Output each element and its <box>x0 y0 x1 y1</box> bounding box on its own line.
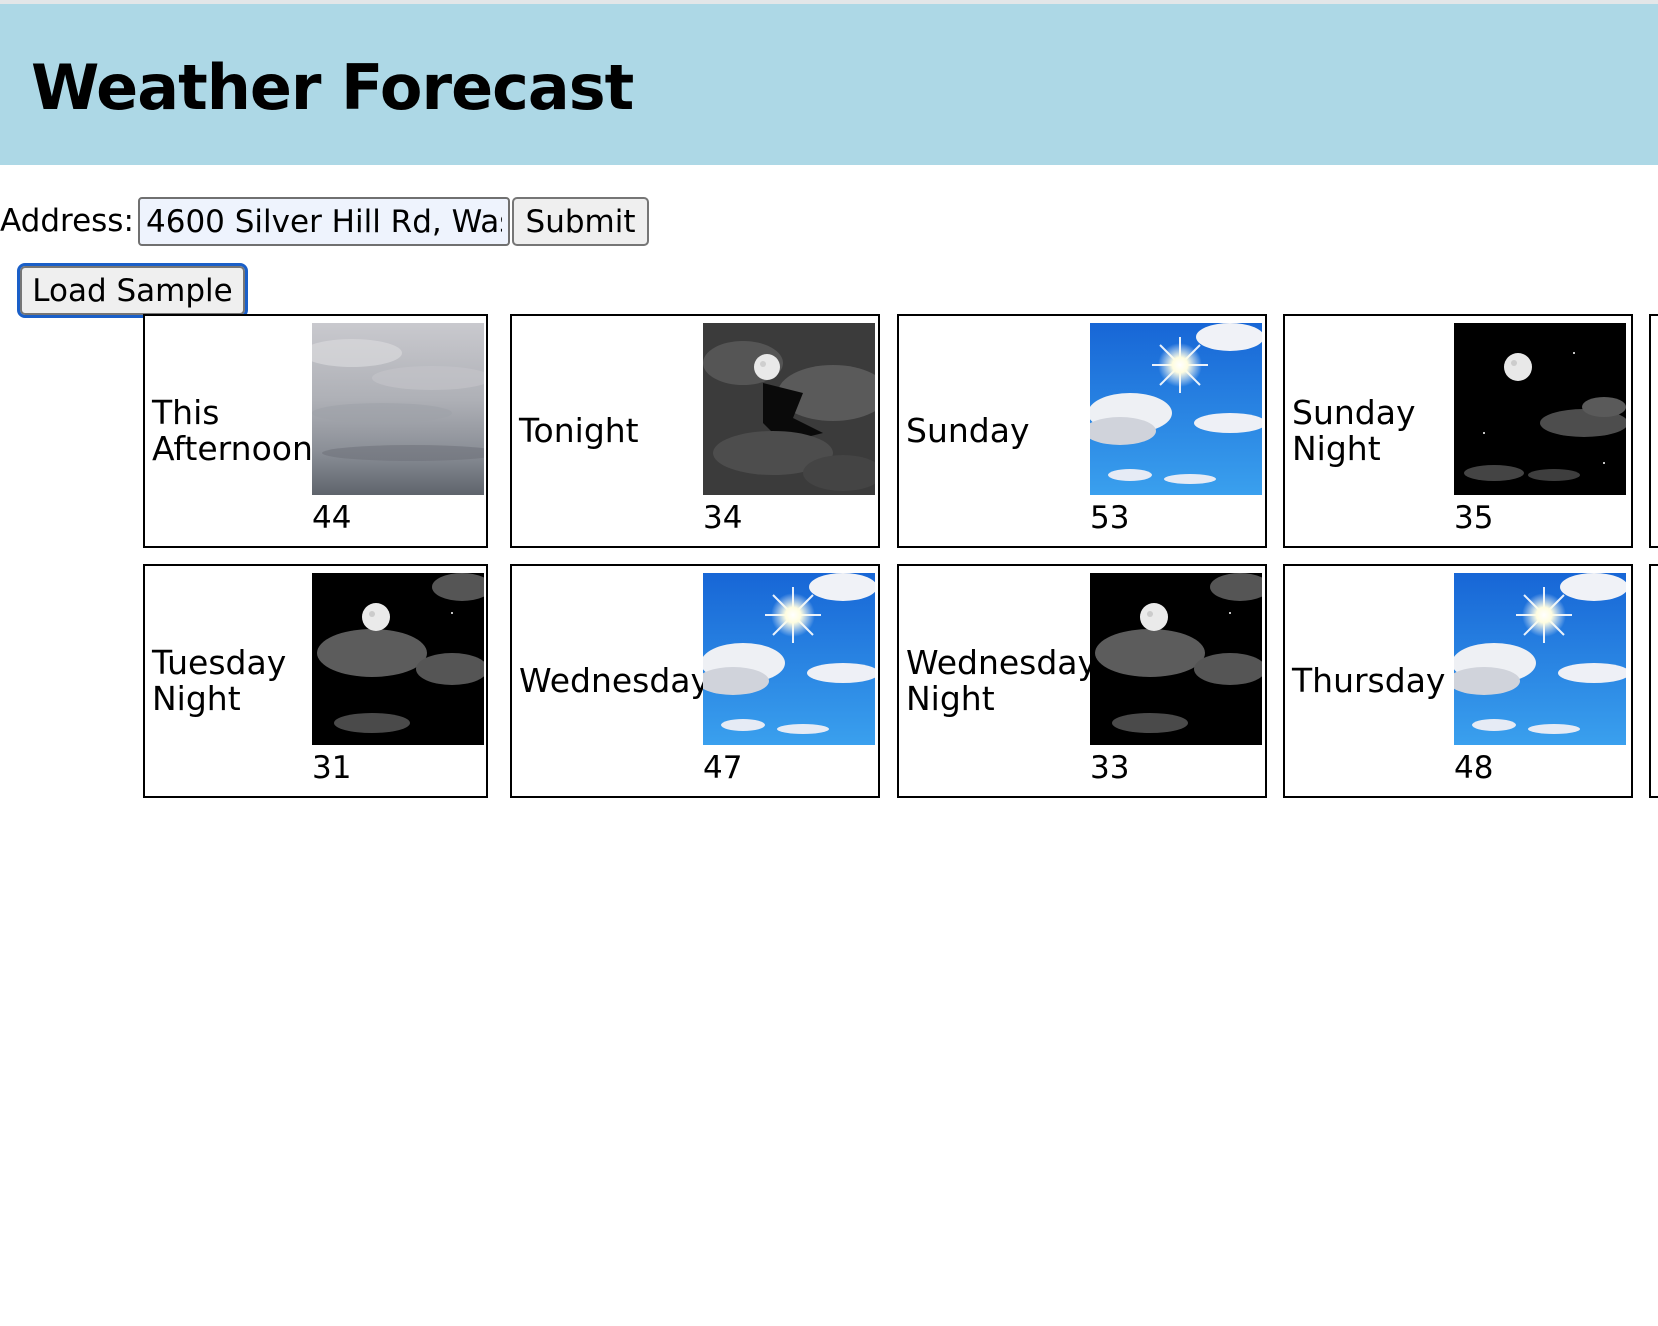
forecast-card-partial <box>1649 564 1658 798</box>
forecast-temp: 47 <box>703 750 743 786</box>
forecast-card: This Afternoon 44 <box>143 314 488 548</box>
night-mostly-cloudy-icon <box>703 323 875 495</box>
forecast-period: Wednesday <box>519 661 711 700</box>
forecast-period: Thursday <box>1292 661 1446 700</box>
forecast-period: Tuesday Night <box>152 643 287 718</box>
address-input[interactable] <box>138 197 510 246</box>
forecast-temp: 31 <box>312 750 352 786</box>
page-header: Weather Forecast <box>0 4 1658 165</box>
forecast-card: Wednesday Night 33 <box>897 564 1267 798</box>
forecast-card: Tuesday Night 31 <box>143 564 488 798</box>
forecast-card-partial <box>1649 314 1658 548</box>
forecast-temp: 53 <box>1090 500 1130 536</box>
forecast-period: Sunday <box>906 411 1030 450</box>
forecast-grid: This Afternoon 44 Tonight 34 Sunday 53 S… <box>143 314 1658 804</box>
address-label: Address: <box>0 203 134 239</box>
sunny-partly-cloudy-icon <box>1090 323 1262 495</box>
forecast-period: This Afternoon <box>152 393 313 468</box>
forecast-period: Sunday Night <box>1292 393 1416 468</box>
forecast-card: Sunday 53 <box>897 314 1267 548</box>
night-mostly-clear-icon <box>1454 323 1626 495</box>
forecast-temp: 35 <box>1454 500 1494 536</box>
night-mostly-cloudy-icon <box>1090 573 1262 745</box>
night-mostly-cloudy-icon <box>312 573 484 745</box>
forecast-temp: 44 <box>312 500 352 536</box>
forecast-card: Wednesday 47 <box>510 564 880 798</box>
forecast-temp: 34 <box>703 500 743 536</box>
forecast-card: Tonight 34 <box>510 314 880 548</box>
overcast-clouds-icon <box>312 323 484 495</box>
forecast-card: Thursday 48 <box>1283 564 1633 798</box>
forecast-temp: 33 <box>1090 750 1130 786</box>
forecast-period: Wednesday Night <box>906 643 1098 718</box>
forecast-card: Sunday Night 35 <box>1283 314 1633 548</box>
sunny-partly-cloudy-icon <box>703 573 875 745</box>
sunny-partly-cloudy-icon <box>1454 573 1626 745</box>
submit-button[interactable]: Submit <box>512 197 649 246</box>
forecast-temp: 48 <box>1454 750 1494 786</box>
load-sample-button[interactable]: Load Sample <box>17 263 248 318</box>
forecast-period: Tonight <box>519 411 639 450</box>
page-title: Weather Forecast <box>31 51 634 124</box>
